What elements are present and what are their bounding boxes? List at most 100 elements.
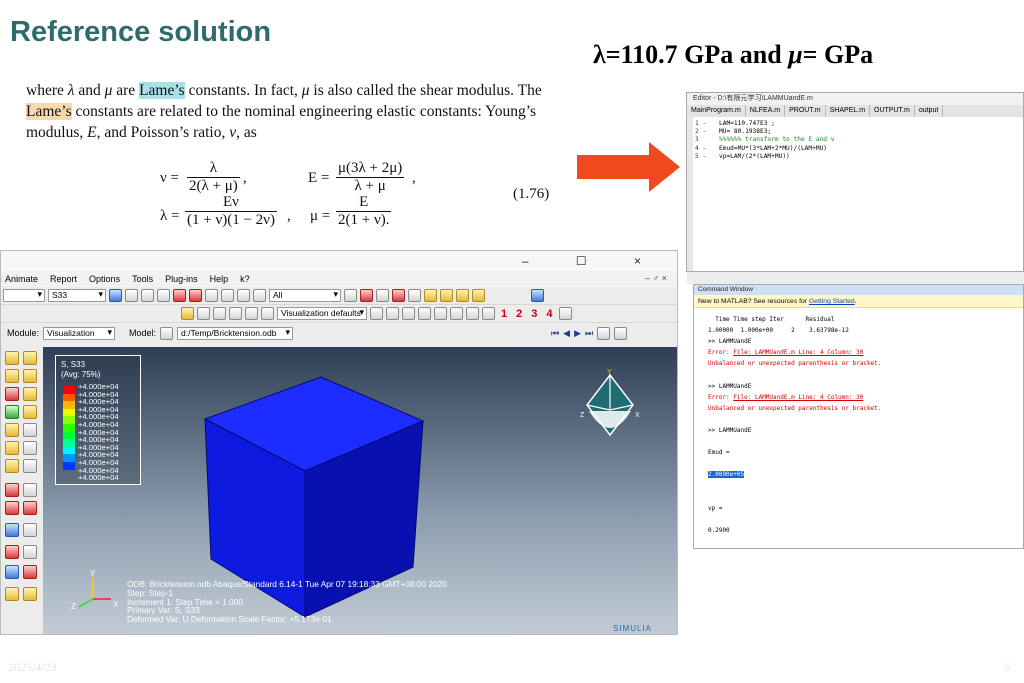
assign-color-icon[interactable] — [181, 307, 194, 320]
error-location-link-1[interactable]: File: LAMMUandE.m Line: 4 Column: 30 — [733, 349, 863, 356]
zoom-box-icon[interactable] — [173, 289, 186, 302]
menu-options[interactable]: Options — [89, 274, 120, 284]
view-list-icon[interactable] — [221, 289, 234, 302]
getting-started-link[interactable]: Getting Started — [809, 298, 855, 305]
tab-prout[interactable]: PROUT.m — [785, 105, 826, 117]
undo-icon[interactable] — [213, 307, 226, 320]
grid-icon[interactable] — [261, 307, 274, 320]
code-line[interactable]: 1 - LAM=110.747E3 ; — [687, 120, 1023, 128]
view-front-icon[interactable] — [386, 307, 399, 320]
toolbox-icon-25[interactable] — [5, 587, 19, 601]
toolbox-icon-12[interactable] — [23, 441, 37, 455]
menu-animate[interactable]: Animate — [5, 274, 38, 284]
last-frame-button[interactable]: ⏭ — [585, 328, 593, 339]
selection-filter-combo[interactable]: All — [269, 289, 341, 302]
render-filled-icon[interactable] — [456, 289, 469, 302]
viewport-3-button[interactable]: 3 — [531, 308, 537, 320]
color-options-icon[interactable] — [370, 307, 383, 320]
field-output-combo[interactable]: S33 — [48, 289, 106, 302]
color-code-icon[interactable] — [197, 307, 210, 320]
toolbox-icon-3[interactable] — [5, 369, 19, 383]
menu-tools[interactable]: Tools — [132, 274, 153, 284]
camera-icon[interactable] — [614, 326, 628, 340]
toolbox-icon-22[interactable] — [23, 545, 37, 559]
toolbox-icon-7[interactable] — [5, 405, 19, 419]
view-bottom-icon[interactable] — [466, 307, 479, 320]
zoom-icon[interactable] — [157, 289, 170, 302]
module-combo[interactable]: Visualization — [43, 326, 116, 340]
view-cube-triad-icon[interactable]: Y Z X — [575, 365, 645, 445]
code-line[interactable]: 5 - vp=LAM/(2*(LAM+MU)) — [687, 153, 1023, 161]
toolbox-icon-5[interactable] — [5, 387, 19, 401]
auto-fit-icon[interactable] — [189, 289, 202, 302]
tab-output[interactable]: output — [915, 105, 944, 117]
menu-report[interactable]: Report — [50, 274, 77, 284]
tab-shapel[interactable]: SHAPEL.m — [826, 105, 871, 117]
render-hidden-icon[interactable] — [440, 289, 453, 302]
menu-help[interactable]: Help — [210, 274, 229, 284]
tab-nlfea[interactable]: NLFEA.m — [746, 105, 786, 117]
tab-mainprogram[interactable]: MainProgram.m — [687, 105, 746, 117]
lock-icon[interactable] — [245, 307, 258, 320]
viewport-1-button[interactable]: 1 — [501, 308, 507, 320]
toolbox-icon-21[interactable] — [5, 545, 19, 559]
toolbox-icon-23[interactable] — [5, 565, 19, 579]
toolbox-icon-16[interactable] — [23, 483, 37, 497]
code-line[interactable]: 3%%%%%% transform to the E and ν — [687, 136, 1023, 144]
toolbox-icon-4[interactable] — [23, 369, 37, 383]
intersect-icon[interactable] — [408, 289, 421, 302]
view-left-icon[interactable] — [418, 307, 431, 320]
abaqus-viewport[interactable]: S, S33 (Avg: 75%) +4.000e+04 +4.000e+04 +4.… — [43, 347, 677, 634]
toolbox-icon-9[interactable] — [5, 423, 19, 437]
movie-icon[interactable] — [597, 326, 611, 340]
code-line[interactable]: 4 - Emud=MU*(3*LAM+2*MU)/(LAM+MU) — [687, 145, 1023, 153]
toolbox-icon-20[interactable] — [23, 523, 37, 537]
pan-icon[interactable] — [125, 289, 138, 302]
info-icon[interactable] — [531, 289, 544, 302]
toolbox-icon-2[interactable] — [23, 351, 37, 365]
replace-icon[interactable] — [376, 289, 389, 302]
toolbox-icon-11[interactable] — [5, 441, 19, 455]
toolbox-icon-6[interactable] — [23, 387, 37, 401]
code-line[interactable]: 2 - MU= 80.1938E3; — [687, 128, 1023, 136]
toolbox-icon-18[interactable] — [23, 501, 37, 515]
editor-code[interactable]: 1 - LAM=110.747E3 ; 2 - MU= 80.1938E3; 3%%… — [687, 117, 1023, 161]
toolbox-icon-14[interactable] — [23, 459, 37, 473]
toolbox-icon-26[interactable] — [23, 587, 37, 601]
prev-frame-button[interactable]: ◀ — [563, 328, 570, 339]
menu-plug-ins[interactable]: Plug-ins — [165, 274, 198, 284]
redo-icon[interactable] — [229, 307, 242, 320]
play-button[interactable]: ▶ — [574, 328, 581, 339]
toolbox-icon-19[interactable] — [5, 523, 19, 537]
error-location-link-2[interactable]: File: LAMMUandE.m Line: 4 Column: 30 — [733, 394, 863, 401]
select-arrow-icon[interactable] — [253, 289, 266, 302]
pane-splitter[interactable] — [687, 272, 1024, 284]
view-back-icon[interactable] — [402, 307, 415, 320]
toolbox-icon-17[interactable] — [5, 501, 19, 515]
toolbox-icon-15[interactable] — [5, 483, 19, 497]
viewport-4-button[interactable]: 4 — [546, 308, 552, 320]
render-wireframe-icon[interactable] — [424, 289, 437, 302]
rotate-icon[interactable] — [141, 289, 154, 302]
view-manager-icon[interactable] — [237, 289, 250, 302]
view-iso-icon[interactable] — [482, 307, 495, 320]
window-controls[interactable]: – ☐ × — [522, 254, 663, 268]
model-combo[interactable]: d:/Temp/Bricktension.odb — [177, 326, 294, 340]
mdi-window-controls[interactable]: – ♂ × — [645, 273, 667, 283]
toolbox-icon-1[interactable] — [5, 351, 19, 365]
toolbox-icon-24[interactable] — [23, 565, 37, 579]
view-top-icon[interactable] — [450, 307, 463, 320]
remove-icon[interactable] — [392, 289, 405, 302]
toolbar-combo-blank[interactable] — [3, 289, 45, 302]
cycle-views-icon[interactable] — [205, 289, 218, 302]
toolbox-icon-10[interactable] — [23, 423, 37, 437]
matlab-command-window[interactable]: Command Window New to MATLAB? See resour… — [693, 284, 1024, 549]
query-icon[interactable] — [558, 307, 572, 320]
first-frame-button[interactable]: ⏮ — [551, 328, 559, 339]
context-help-icon[interactable]: k? — [240, 274, 250, 284]
viewport-2-button[interactable]: 2 — [516, 308, 522, 320]
refresh-icon[interactable] — [109, 289, 122, 302]
selection-options-icon[interactable] — [344, 289, 357, 302]
toolbox-icon-8[interactable] — [23, 405, 37, 419]
tab-output-m[interactable]: OUTPUT.m — [870, 105, 915, 117]
